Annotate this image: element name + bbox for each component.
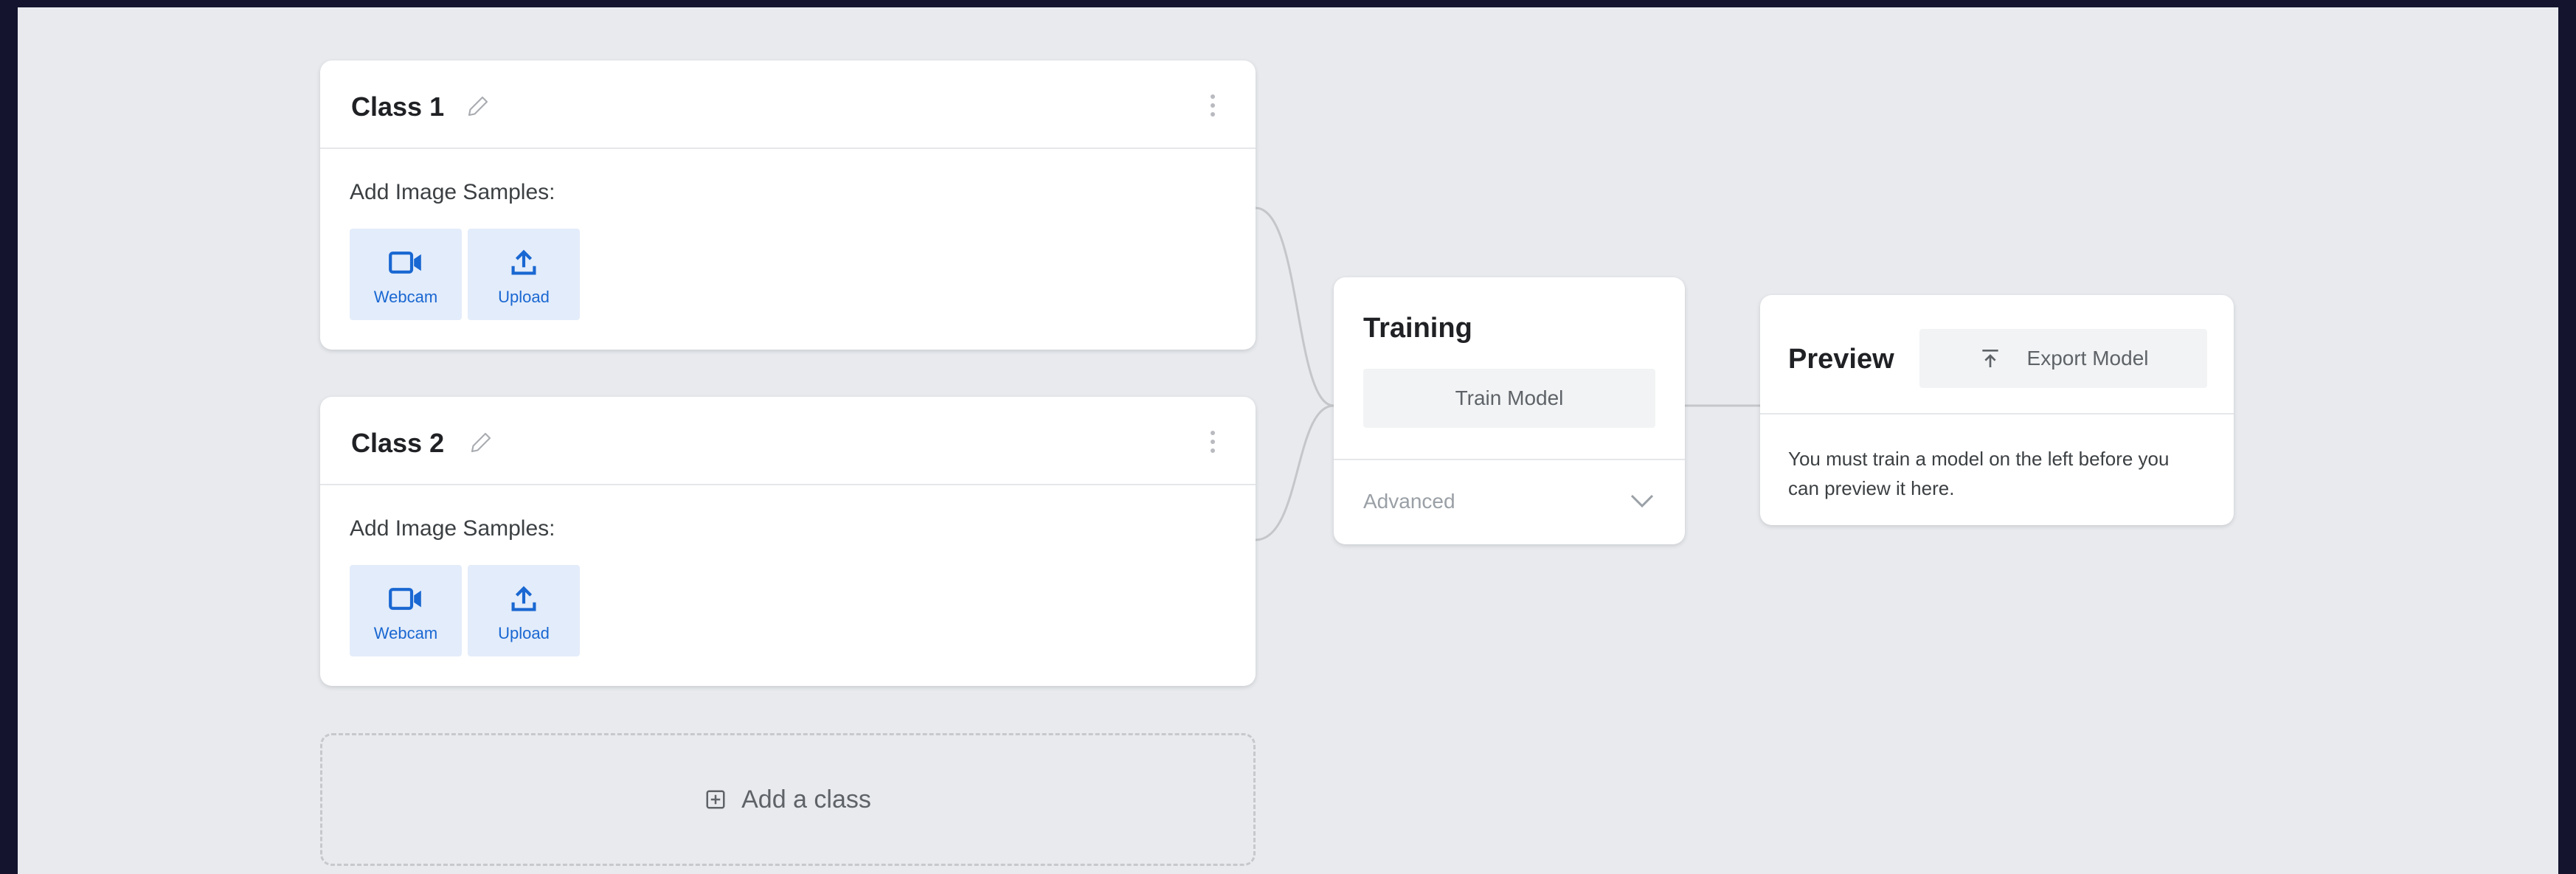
class-card-2: Class 2 Add Image Samples: Webcam Upload xyxy=(320,397,1256,686)
upload-button[interactable]: Upload xyxy=(468,229,580,320)
preview-title: Preview xyxy=(1788,344,1894,375)
upload-button[interactable]: Upload xyxy=(468,565,580,656)
samples-label: Add Image Samples: xyxy=(350,516,555,541)
add-class-label: Add a class xyxy=(741,785,871,814)
upload-arrow-icon xyxy=(511,586,536,611)
pencil-icon[interactable] xyxy=(468,429,494,456)
preview-card: Preview Export Model You must train a mo… xyxy=(1760,295,2234,525)
export-model-label: Export Model xyxy=(2026,347,2149,370)
export-model-button[interactable]: Export Model xyxy=(1919,329,2207,388)
preview-message: You must train a model on the left befor… xyxy=(1788,448,2170,499)
export-icon xyxy=(1981,350,1998,367)
advanced-toggle-label[interactable]: Advanced xyxy=(1363,490,1455,513)
webcam-label: Webcam xyxy=(373,288,438,306)
class-title[interactable]: Class 2 xyxy=(351,428,444,459)
connector-class-1-to-training xyxy=(1255,207,1334,407)
training-card: Training Train Model Advanced xyxy=(1334,277,1685,544)
webcam-button[interactable]: Webcam xyxy=(350,229,462,320)
video-camera-icon xyxy=(389,252,421,274)
webcam-label: Webcam xyxy=(373,624,438,642)
add-class-button[interactable]: Add a class xyxy=(320,733,1256,866)
video-camera-icon xyxy=(389,588,421,610)
webcam-button[interactable]: Webcam xyxy=(350,565,462,656)
training-title: Training xyxy=(1363,313,1472,344)
connector-class-2-to-training xyxy=(1255,404,1334,541)
class-header: Class 2 xyxy=(320,397,1256,485)
samples-label: Add Image Samples: xyxy=(350,180,555,204)
class-title[interactable]: Class 1 xyxy=(351,91,444,122)
train-model-button[interactable]: Train Model xyxy=(1363,369,1655,428)
upload-arrow-icon xyxy=(511,249,536,275)
kebab-menu-icon[interactable] xyxy=(1208,426,1217,459)
divider xyxy=(1334,459,1685,460)
upload-label: Upload xyxy=(498,288,550,306)
divider xyxy=(1760,413,2234,415)
kebab-menu-icon[interactable] xyxy=(1208,90,1217,122)
app-canvas: Class 1 Add Image Samples: Webcam Upload… xyxy=(18,7,2558,874)
chevron-down-icon[interactable] xyxy=(1627,491,1657,510)
upload-label: Upload xyxy=(498,624,550,642)
pencil-icon[interactable] xyxy=(465,93,491,119)
class-header: Class 1 xyxy=(320,60,1256,149)
class-card-1: Class 1 Add Image Samples: Webcam Upload xyxy=(320,60,1256,350)
plus-box-icon xyxy=(706,790,725,809)
